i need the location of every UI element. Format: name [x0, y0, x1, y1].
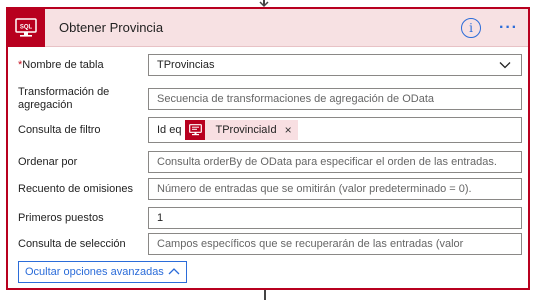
row-filter: Consulta de filtro Id eq TProvinciaId × [18, 117, 522, 143]
select-label: Consulta de selección [18, 237, 126, 250]
card-header[interactable]: SQL Obtener Provincia i ··· [7, 8, 528, 47]
skip-placeholder: Número de entradas que se omitirán (valo… [157, 183, 472, 195]
sql-icon-label: SQL [20, 24, 33, 30]
filter-input[interactable]: Id eq TProvinciaId × [148, 117, 522, 143]
filter-prefix: Id eq [157, 124, 182, 136]
row-transformation: Transformación de agregación Secuencia d… [18, 85, 522, 113]
flow-connector-bottom [264, 290, 266, 300]
select-input[interactable]: Campos específicos que se recuperarán de… [148, 233, 522, 255]
top-input[interactable]: 1 [148, 207, 522, 229]
order-by-placeholder: Consulta orderBy de OData para especific… [157, 156, 497, 168]
token-label: TProvinciaId [215, 124, 277, 136]
sql-database-icon: SQL [7, 8, 45, 47]
token-remove-icon[interactable]: × [285, 123, 292, 137]
action-card: SQL Obtener Provincia i ··· *Nombre de t… [6, 7, 530, 290]
skip-label: Recuento de omisiones [18, 182, 133, 195]
select-placeholder: Campos específicos que se recuperarán de… [157, 238, 464, 250]
card-title: Obtener Provincia [59, 20, 164, 35]
more-options-icon[interactable]: ··· [499, 19, 518, 35]
order-by-label: Ordenar por [18, 155, 78, 168]
chevron-down-icon[interactable] [499, 59, 511, 71]
hide-advanced-options-button[interactable]: Ocultar opciones avanzadas [18, 261, 187, 283]
top-label: Primeros puestos [18, 211, 104, 224]
table-name-label: *Nombre de tabla [18, 59, 140, 72]
row-top: Primeros puestos 1 [18, 205, 522, 231]
row-order-by: Ordenar por Consulta orderBy de OData pa… [18, 149, 522, 175]
order-by-input[interactable]: Consulta orderBy de OData para especific… [148, 151, 522, 173]
table-name-dropdown[interactable]: TProvincias [148, 54, 522, 76]
table-name-value: TProvincias [157, 59, 215, 71]
filter-label: Consulta de filtro [18, 123, 101, 136]
table-name-label-text: Nombre de tabla [22, 58, 104, 71]
transformation-label: Transformación de agregación [18, 86, 110, 111]
dynamic-content-token[interactable]: TProvinciaId × [185, 120, 298, 140]
top-value: 1 [157, 212, 164, 224]
chevron-up-icon [168, 268, 180, 275]
transformation-input[interactable]: Secuencia de transformaciones de agregac… [148, 88, 522, 110]
transformation-placeholder: Secuencia de transformaciones de agregac… [157, 93, 435, 105]
sql-database-icon [185, 120, 206, 140]
row-select: Consulta de selección Campos específicos… [18, 231, 522, 257]
row-table-name: *Nombre de tabla TProvincias [18, 53, 522, 77]
row-skip: Recuento de omisiones Número de entradas… [18, 175, 522, 203]
info-icon[interactable]: i [461, 17, 482, 38]
hide-advanced-options-label: Ocultar opciones avanzadas [25, 266, 164, 278]
skip-input[interactable]: Número de entradas que se omitirán (valo… [148, 178, 522, 200]
